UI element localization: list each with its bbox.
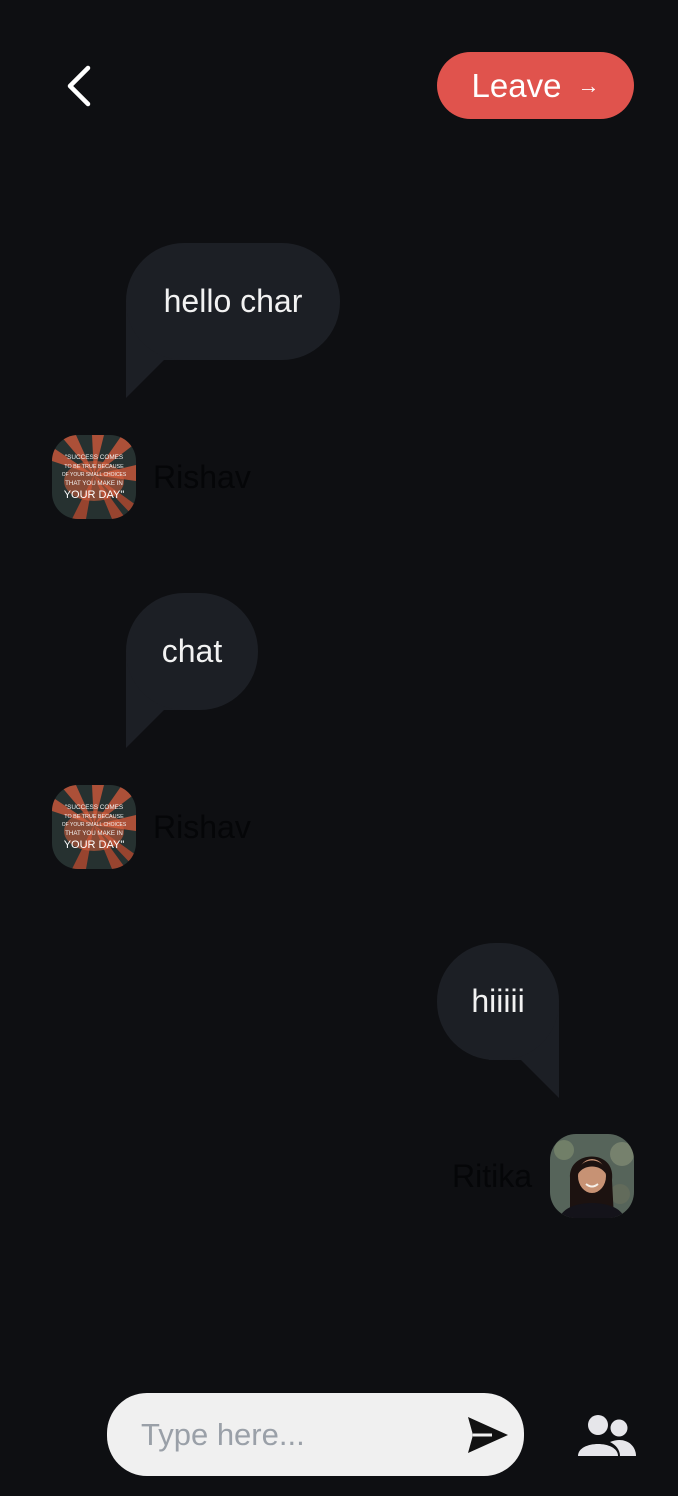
avatar-quote-line: TO BE TRUE BECAUSE [64, 814, 124, 820]
avatar-quote-line: YOUR DAY" [64, 489, 125, 501]
avatar-quote-line: OF YOUR SMALL CHOICES [62, 472, 127, 478]
photo-avatar [550, 1134, 634, 1218]
message-bubble: hello char [126, 243, 340, 360]
message-input[interactable] [139, 1415, 466, 1454]
avatar-quote-line: TO BE TRUE BECAUSE [64, 464, 124, 470]
leave-button[interactable]: Leave → [437, 52, 634, 119]
avatar-quote-line: "SUCCESS COMES [65, 454, 123, 461]
avatar-quote-line: YOUR DAY" [64, 839, 125, 851]
chevron-left-icon [67, 65, 91, 107]
users-icon[interactable] [578, 1414, 636, 1456]
message-text: hello char [163, 283, 303, 319]
back-button[interactable] [56, 60, 104, 112]
message-text: chat [161, 633, 223, 669]
sender-name: Rishav [153, 809, 251, 845]
avatar[interactable] [550, 1134, 634, 1218]
arrow-right-icon: → [577, 72, 600, 98]
message-bubble: hiiiii [437, 943, 559, 1060]
avatar[interactable]: "SUCCESS COMES TO BE TRUE BECAUSE OF YOU… [52, 785, 136, 869]
quote-image-avatar: "SUCCESS COMES TO BE TRUE BECAUSE OF YOU… [52, 785, 136, 869]
send-icon[interactable] [466, 1415, 510, 1455]
avatar[interactable]: "SUCCESS COMES TO BE TRUE BECAUSE OF YOU… [52, 435, 136, 519]
quote-image-avatar: "SUCCESS COMES TO BE TRUE BECAUSE OF YOU… [52, 435, 136, 519]
message-bubble: chat [126, 593, 258, 710]
message-composer [107, 1393, 524, 1476]
avatar-quote-line: OF YOUR SMALL CHOICES [62, 822, 127, 828]
avatar-quote-line: THAT YOU MAKE IN [65, 830, 123, 837]
avatar-quote-line: THAT YOU MAKE IN [65, 480, 123, 487]
sender-name: Rishav [153, 459, 251, 495]
avatar-quote-line: "SUCCESS COMES [65, 804, 123, 811]
leave-label: Leave [471, 66, 562, 104]
sender-name: Ritika [452, 1158, 533, 1194]
message-text: hiiiii [471, 983, 525, 1019]
